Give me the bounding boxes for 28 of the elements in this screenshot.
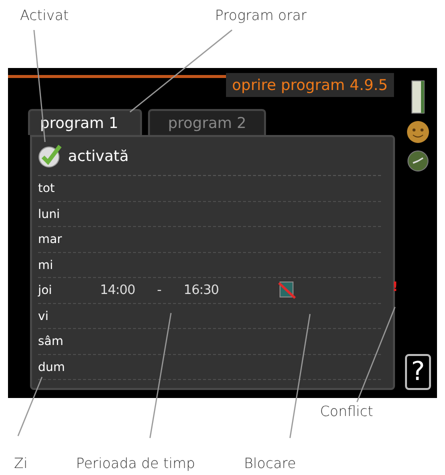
help-button[interactable]: ? bbox=[405, 354, 431, 390]
smiley-icon bbox=[406, 120, 430, 144]
day-label[interactable]: sâm bbox=[38, 334, 100, 348]
status-bar-icon bbox=[411, 80, 425, 114]
callout-label: Blocare bbox=[244, 456, 296, 472]
tab[interactable]: program 2 bbox=[148, 109, 266, 135]
time-separator: - bbox=[156, 282, 162, 298]
day-label[interactable]: mar bbox=[38, 232, 100, 246]
leader-line bbox=[17, 376, 43, 436]
end-time: 16:30 bbox=[184, 282, 219, 298]
day-label[interactable]: mi bbox=[38, 258, 100, 272]
day-label[interactable]: dum bbox=[38, 360, 100, 374]
callout-label: Perioada de timp bbox=[76, 456, 196, 472]
clock-icon bbox=[407, 150, 429, 172]
day-label[interactable]: luni bbox=[38, 206, 100, 221]
callout-label: Program orar bbox=[215, 8, 307, 24]
day-label[interactable]: tot bbox=[38, 181, 100, 196]
day-label[interactable]: joi bbox=[38, 283, 100, 298]
callout-label: Activat bbox=[20, 8, 69, 24]
callout-label: Conflict bbox=[320, 404, 374, 420]
checkbox-label: activată bbox=[68, 147, 129, 165]
callout-label: Zi bbox=[14, 456, 28, 472]
day-label[interactable]: vi bbox=[38, 308, 100, 323]
conflict-mark: ! bbox=[392, 280, 398, 295]
screen-title: oprire program 4.9.5 bbox=[226, 73, 394, 97]
checkbox[interactable] bbox=[38, 144, 62, 168]
tab[interactable]: program 1 bbox=[28, 109, 142, 135]
start-time: 14:00 bbox=[100, 282, 135, 298]
